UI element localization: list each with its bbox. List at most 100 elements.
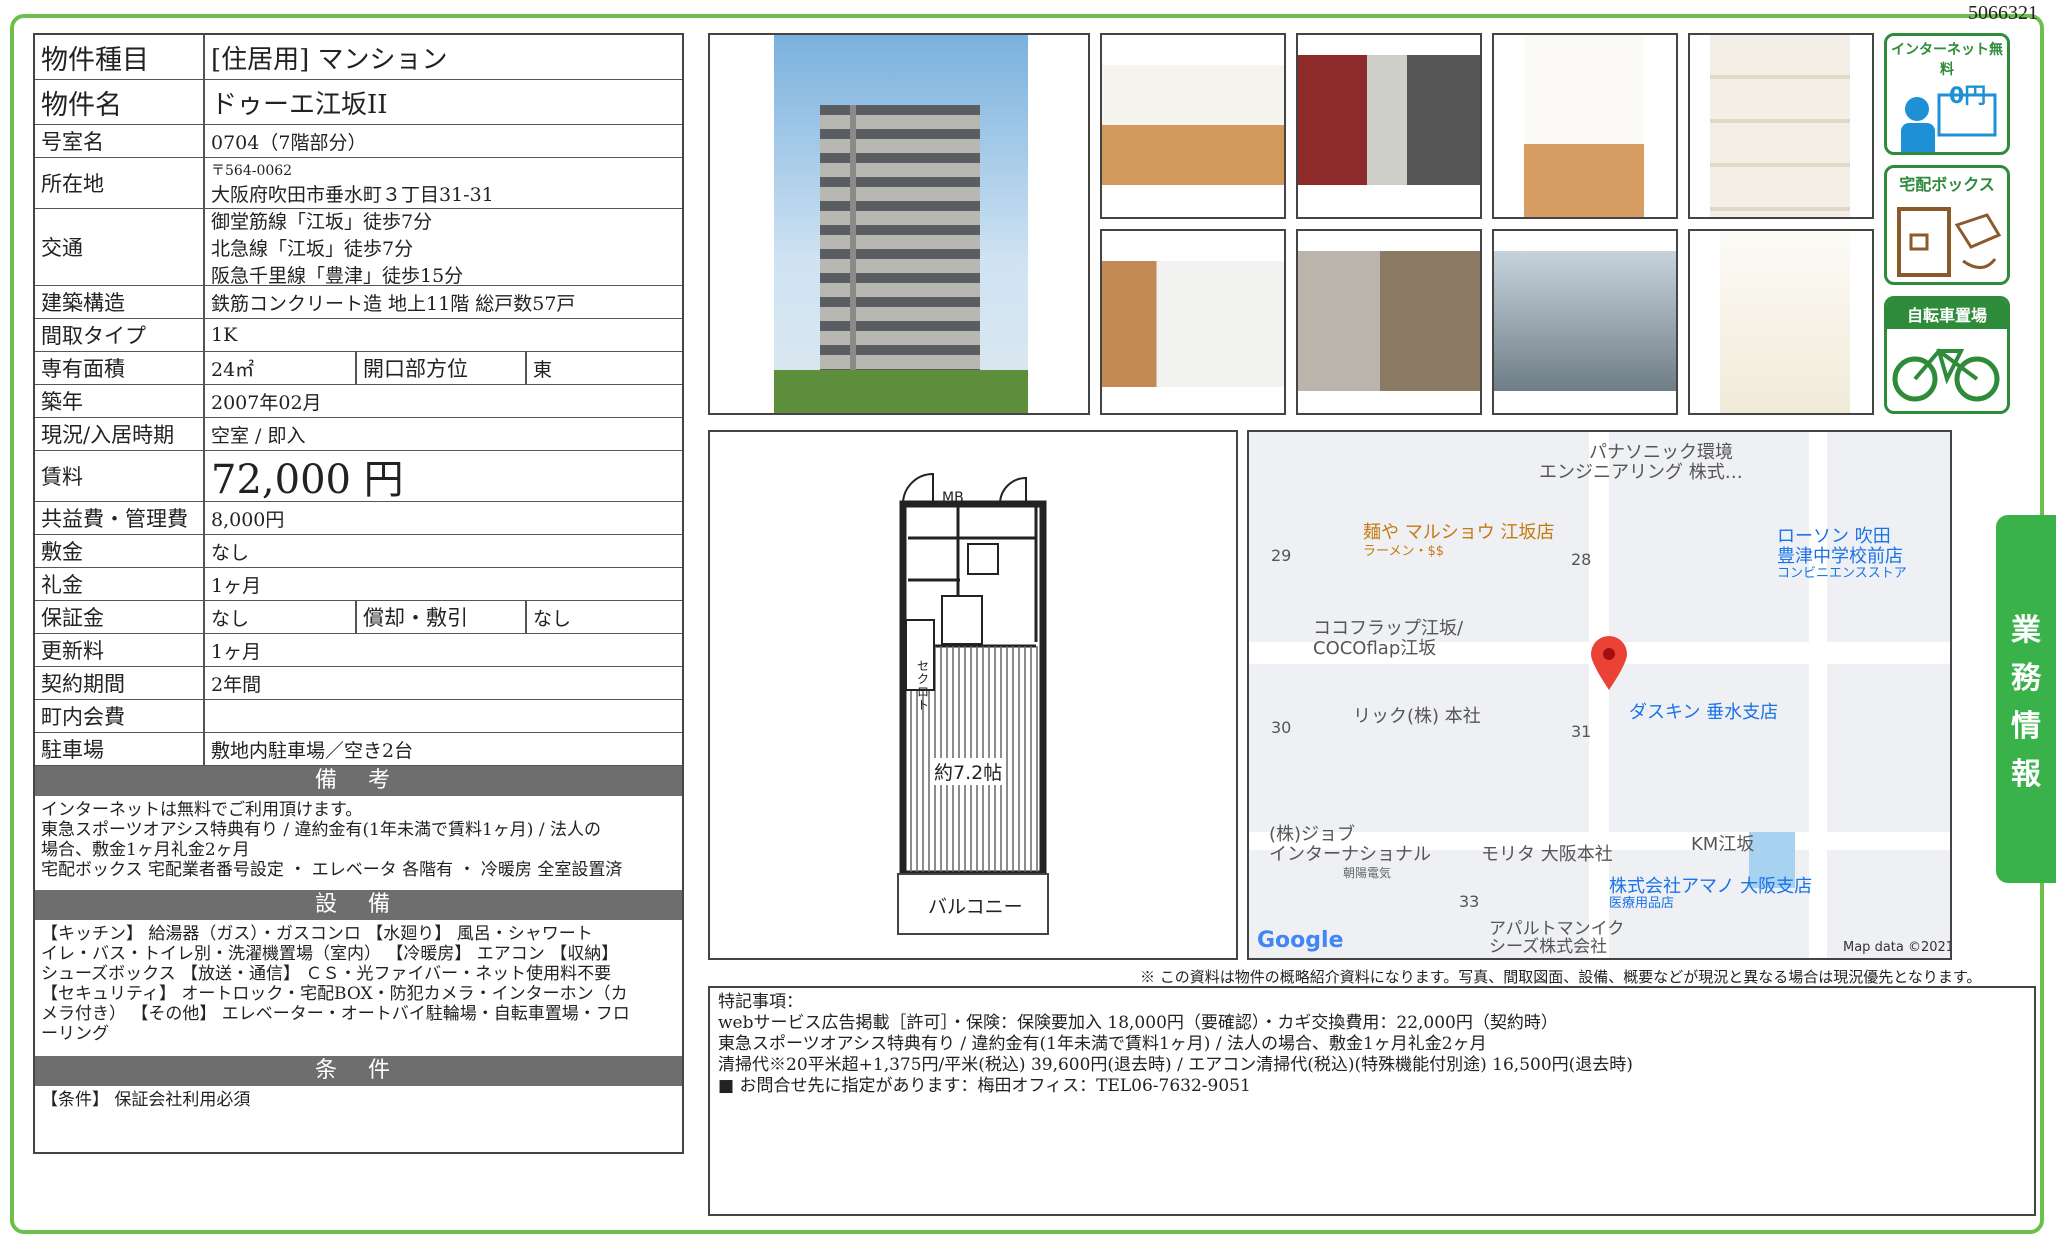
equipment-body: 【キッチン】 給湯器（ガス）・ガスコンロ 【水廻り】 風呂・シャワート イレ・バ… <box>35 920 682 1056</box>
equipment-line: シューズボックス 【放送・通信】 ＣＳ・光ファイバー・ネット使用料不要 <box>41 964 612 984</box>
block-number: 28 <box>1571 550 1592 569</box>
map-label: コンビニエンスストア <box>1777 566 1907 581</box>
amortization: なし <box>533 607 572 630</box>
document-id: 5066321 <box>1968 2 2038 24</box>
room-number: 0704（7階部分） <box>211 131 367 154</box>
hallway-photo[interactable] <box>1492 33 1678 219</box>
floor-plan-drawing <box>897 472 1049 935</box>
special-notes-line: webサービス広告掲載［許可］・保険：保険要加入 18,000円（要確認）・カギ… <box>718 1013 1558 1033</box>
conditions-body: 【条件】 保証会社利用必須 <box>41 1090 251 1110</box>
label: 保証金 <box>35 601 205 633</box>
special-notes-title: 特記事項： <box>718 992 803 1012</box>
entrance-photo[interactable] <box>1296 33 1482 219</box>
remarks-line: 東急スポーツオアシス特典有り / 違約金有(1年未満で賃料1ヶ月) / 法人の <box>41 820 601 840</box>
lobby-photo[interactable] <box>1296 229 1482 415</box>
map-label: リック(株) 本社 <box>1353 706 1481 727</box>
internet-price: 0円 <box>1949 84 1987 109</box>
equipment-header: 設 備 <box>35 890 682 920</box>
equipment-line: 【セキュリティ】 オートロック・宅配BOX・防犯カメラ・インターホン（カ <box>41 984 628 1004</box>
label: 共益費・管理費 <box>35 502 205 534</box>
balcony-label: バルコニー <box>928 896 1023 918</box>
remarks-line: インターネットは無料でご利用頂けます。 <box>41 800 363 820</box>
internet-free-badge: インターネット無料 0円 <box>1884 33 2010 155</box>
remarks-header: 備 考 <box>35 766 682 796</box>
special-notes-line: 清掃代※20平米超+1,375円/平米(税込) 39,600円(退去時) / エ… <box>718 1055 1633 1075</box>
layout-type: 1K <box>211 324 238 346</box>
label: 町内会費 <box>35 700 205 732</box>
bicycle-parking-badge: 自転車置場 <box>1884 296 2010 414</box>
built-year: 2007年02月 <box>211 391 322 414</box>
label: 築年 <box>35 385 205 417</box>
business-info-tab[interactable]: 業 務 情 報 <box>1996 515 2056 883</box>
remarks-body: インターネットは無料でご利用頂けます。 東急スポーツオアシス特典有り / 違約金… <box>35 796 682 890</box>
block-number: 33 <box>1459 892 1480 911</box>
label: 礼金 <box>35 568 205 600</box>
closet-label: セクロト <box>917 659 930 712</box>
map-label: ラーメン・$$ <box>1363 544 1445 559</box>
badge-label: 宅配ボックス <box>1899 175 1995 194</box>
property-name: ドゥーエ江坂II <box>211 89 388 120</box>
equipment-line: メラ付き） 【その他】 エレベーター・オートバイ駐輪場・自転車置場・フロ <box>41 1004 630 1024</box>
transit-line: 阪急千里線「豊津」徒歩15分 <box>211 264 464 287</box>
rent: 72,000 円 <box>211 457 404 503</box>
bicycle-parking-photo[interactable] <box>1492 229 1678 415</box>
label: 交通 <box>35 209 205 285</box>
equipment-line: 【キッチン】 給湯器（ガス）・ガスコンロ 【水廻り】 風呂・シャワート <box>41 924 593 944</box>
special-notes-line: ■ お問合せ先に指定があります：梅田オフィス：TEL06-7632-9051 <box>718 1076 1251 1096</box>
disclaimer: ※ この資料は物件の概略紹介資料になります。写真、間取図面、設備、概要などが現況… <box>1140 968 1982 986</box>
label: 物件種目 <box>35 35 205 79</box>
bathroom-photo[interactable] <box>1688 229 1874 415</box>
room-size-label: 約7.2帖 <box>934 758 1003 785</box>
map-label: インターナショナル <box>1269 844 1431 865</box>
map-label: モリタ 大阪本社 <box>1481 844 1613 865</box>
management-fee: 8,000円 <box>211 508 285 531</box>
label: 駐車場 <box>35 733 205 765</box>
key-money: 1ヶ月 <box>211 574 262 597</box>
map-label: シーズ株式会社 <box>1489 937 1608 957</box>
equipment-line: ーリング <box>41 1024 109 1044</box>
delivery-box-icon <box>1897 207 2002 277</box>
location-map[interactable]: パナソニック環境 エンジニアリング 株式… 麺や マルショウ 江坂店 ラーメン・… <box>1247 430 1952 960</box>
address: 大阪府吹田市垂水町３丁目31-31 <box>211 183 494 206</box>
property-table: 物件種目 [住居用] マンション 物件名 ドゥーエ江坂II 号室名 0704（7階部分… <box>33 33 684 1154</box>
structure: 鉄筋コンクリート造 地上11階 総戸数57戸 <box>211 292 576 315</box>
building-photo[interactable] <box>708 33 1090 415</box>
room-photo[interactable] <box>1100 33 1286 219</box>
google-logo: Google <box>1257 928 1344 953</box>
association-fee <box>205 700 682 732</box>
equipment-line: イレ・バス・トイレ別・洗濯機置場（室内） 【冷暖房】 エアコン 【収納】 <box>41 944 619 964</box>
label: 契約期間 <box>35 667 205 699</box>
status: 空室 / 即入 <box>211 424 306 447</box>
internet-user-icon <box>1901 93 1997 152</box>
label: 賃料 <box>35 451 205 501</box>
map-label: エンジニアリング 株式… <box>1539 462 1743 483</box>
tab-char: 情 <box>2011 709 2041 744</box>
deposit: なし <box>211 541 250 564</box>
storage-photo[interactable] <box>1688 33 1874 219</box>
label: 間取タイプ <box>35 319 205 351</box>
label: 償却・敷引 <box>357 601 527 633</box>
floor-plan[interactable]: MB セクロト 約7.2帖 バルコニー <box>708 430 1238 960</box>
label: 専有面積 <box>35 352 205 384</box>
block-number: 31 <box>1571 722 1592 741</box>
label: 物件名 <box>35 80 205 124</box>
special-notes: 特記事項： webサービス広告掲載［許可］・保険：保険要加入 18,000円（要… <box>708 986 2036 1216</box>
label: 更新料 <box>35 634 205 666</box>
map-label: 朝陽電気 <box>1343 866 1392 880</box>
mb-label: MB <box>942 490 964 506</box>
room-photo-2[interactable] <box>1100 229 1286 415</box>
badge-label: 自転車置場 <box>1887 299 2007 329</box>
opening-direction: 東 <box>533 358 553 381</box>
remarks-line: 宅配ボックス 宅配業者番号設定 ・ エレベータ 各階有 ・ 冷暖房 全室設置済 <box>41 860 623 880</box>
label: 所在地 <box>35 158 205 208</box>
special-notes-line: 東急スポーツオアシス特典有り / 違約金有(1年未満で賃料1ヶ月) / 法人の場… <box>718 1034 1487 1054</box>
tab-char: 業 <box>2011 613 2041 648</box>
map-label: COCOflap江坂 <box>1313 638 1437 659</box>
block-number: 29 <box>1271 546 1292 565</box>
tab-char: 務 <box>2011 661 2041 696</box>
location-pin-icon <box>1591 636 1627 690</box>
parking: 敷地内駐車場／空き2台 <box>211 739 414 762</box>
badge-label: インターネット無料 <box>1891 42 2003 78</box>
map-label: 医療用品店 <box>1609 896 1675 911</box>
conditions-header: 条 件 <box>35 1056 682 1086</box>
